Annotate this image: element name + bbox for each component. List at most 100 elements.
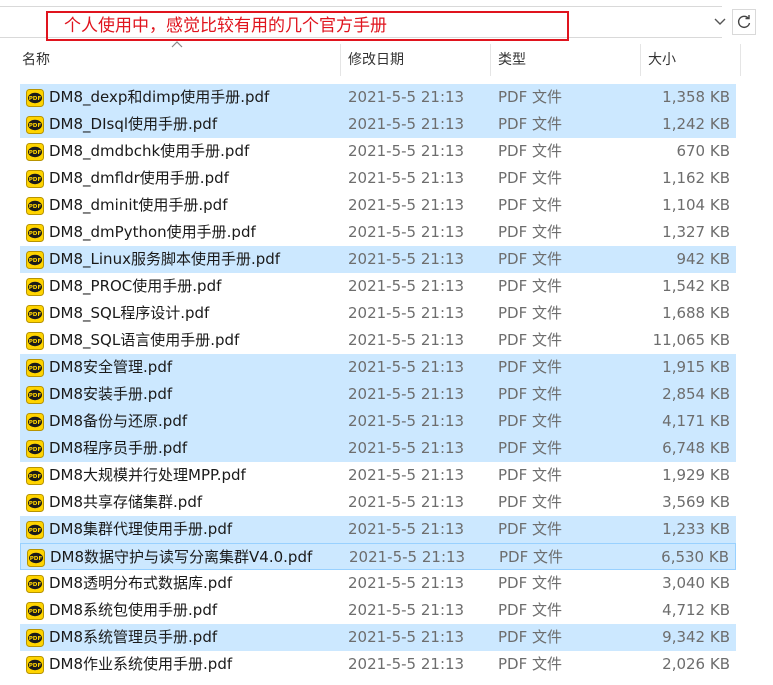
file-row[interactable]: PDF DM8作业系统使用手册.pdf 2021-5-5 21:13 PDF 文件 2,… [20,651,736,678]
file-modified-date: 2021-5-5 21:13 [348,574,465,592]
file-modified-date: 2021-5-5 21:13 [348,88,465,106]
pdf-file-icon: PDF [26,224,44,242]
file-size: 9,342 KB [662,628,730,646]
file-row[interactable]: PDF DM8_SQL语言使用手册.pdf 2021-5-5 21:13 PDF 文件… [20,327,736,354]
file-type: PDF 文件 [498,331,562,349]
file-name: DM8_Linux服务脚本使用手册.pdf [49,250,281,268]
file-modified-date: 2021-5-5 21:13 [348,466,465,484]
file-size: 670 KB [676,142,730,160]
pdf-file-icon: PDF [26,440,44,458]
file-name: DM8_SQL语言使用手册.pdf [49,331,240,349]
file-row[interactable]: PDF DM8集群代理使用手册.pdf 2021-5-5 21:13 PDF 文件 1,… [20,516,736,543]
file-size: 3,569 KB [662,493,730,511]
file-type: PDF 文件 [498,88,562,106]
file-name: DM8_SQL程序设计.pdf [49,304,210,322]
file-row[interactable]: PDF DM8系统包使用手册.pdf 2021-5-5 21:13 PDF 文件 4,7… [20,597,736,624]
svg-text:PDF: PDF [29,312,42,318]
file-modified-date: 2021-5-5 21:13 [348,358,465,376]
annotation-box: 个人使用中，感觉比较有用的几个官方手册 [46,11,569,41]
column-divider[interactable] [740,44,741,76]
svg-text:PDF: PDF [29,150,42,156]
file-modified-date: 2021-5-5 21:13 [348,412,465,430]
file-modified-date: 2021-5-5 21:13 [348,520,465,538]
file-row[interactable]: PDF DM8_dmdbchk使用手册.pdf 2021-5-5 21:13 PDF … [20,138,736,165]
pdf-file-icon: PDF [26,602,44,620]
file-row[interactable]: PDF DM8大规模并行处理MPP.pdf 2021-5-5 21:13 PDF 文件… [20,462,736,489]
pdf-file-icon: PDF [26,89,44,107]
file-row[interactable]: PDF DM8_Linux服务脚本使用手册.pdf 2021-5-5 21:13 PD… [20,246,736,273]
svg-text:PDF: PDF [29,285,42,291]
address-dropdown-button[interactable] [710,12,730,32]
file-modified-date: 2021-5-5 21:13 [348,196,465,214]
column-header-type[interactable]: 类型 [490,44,640,76]
file-row[interactable]: PDF DM8透明分布式数据库.pdf 2021-5-5 21:13 PDF 文件 3,… [20,570,736,597]
file-size: 1,915 KB [662,358,730,376]
file-size: 1,242 KB [662,115,730,133]
column-header-size[interactable]: 大小 [640,44,740,76]
pdf-file-icon: PDF [26,413,44,431]
file-type: PDF 文件 [498,385,562,403]
svg-text:PDF: PDF [29,123,42,129]
file-type: PDF 文件 [498,223,562,241]
pdf-file-icon: PDF [26,494,44,512]
file-row[interactable]: PDF DM8共享存储集群.pdf 2021-5-5 21:13 PDF 文件 3,56… [20,489,736,516]
file-type: PDF 文件 [498,277,562,295]
column-header-date[interactable]: 修改日期 [340,44,490,76]
file-name: DM8共享存储集群.pdf [49,493,203,511]
file-modified-date: 2021-5-5 21:13 [348,304,465,322]
file-row[interactable]: PDF DM8安装手册.pdf 2021-5-5 21:13 PDF 文件 2,854 … [20,381,736,408]
file-name: DM8集群代理使用手册.pdf [49,520,233,538]
column-header-name[interactable]: 名称 [14,44,340,76]
pdf-file-icon: PDF [26,467,44,485]
svg-text:PDF: PDF [29,204,42,210]
file-name: DM8_DIsql使用手册.pdf [49,115,218,133]
file-row[interactable]: PDF DM8安全管理.pdf 2021-5-5 21:13 PDF 文件 1,915 … [20,354,736,381]
file-modified-date: 2021-5-5 21:13 [348,628,465,646]
file-type: PDF 文件 [498,142,562,160]
file-name: DM8_dmPython使用手册.pdf [49,223,256,241]
file-row[interactable]: PDF DM8程序员手册.pdf 2021-5-5 21:13 PDF 文件 6,748… [20,435,736,462]
file-size: 6,748 KB [662,439,730,457]
pdf-file-icon: PDF [26,197,44,215]
pdf-file-icon: PDF [27,549,45,567]
file-row[interactable]: PDF DM8备份与还原.pdf 2021-5-5 21:13 PDF 文件 4,171… [20,408,736,435]
pdf-file-icon: PDF [26,575,44,593]
file-size: 1,104 KB [662,196,730,214]
refresh-button[interactable] [732,9,756,35]
file-name: DM8_dminit使用手册.pdf [49,196,228,214]
file-row[interactable]: PDF DM8_dminit使用手册.pdf 2021-5-5 21:13 PDF 文… [20,192,736,219]
file-row[interactable]: PDF DM8_dmfldr使用手册.pdf 2021-5-5 21:13 PDF 文… [20,165,736,192]
svg-text:PDF: PDF [29,258,42,264]
file-modified-date: 2021-5-5 21:13 [348,655,465,673]
file-row[interactable]: PDF DM8_DIsql使用手册.pdf 2021-5-5 21:13 PDF 文件… [20,111,736,138]
file-type: PDF 文件 [498,115,562,133]
file-name: DM8安装手册.pdf [49,385,173,403]
pdf-file-icon: PDF [26,143,44,161]
file-size: 4,171 KB [662,412,730,430]
file-row[interactable]: PDF DM8_PROC使用手册.pdf 2021-5-5 21:13 PDF 文件 1… [20,273,736,300]
pdf-file-icon: PDF [26,170,44,188]
file-row[interactable]: PDF DM8数据守护与读写分离集群V4.0.pdf 2021-5-5 21:13 P… [20,543,736,570]
svg-text:PDF: PDF [29,474,42,480]
pdf-file-icon: PDF [26,278,44,296]
file-name: DM8安全管理.pdf [49,358,173,376]
pdf-file-icon: PDF [26,251,44,269]
file-size: 1,233 KB [662,520,730,538]
file-size: 6,530 KB [661,548,729,566]
file-name: DM8_dexp和dimp使用手册.pdf [49,88,270,106]
file-modified-date: 2021-5-5 21:13 [348,601,465,619]
file-type: PDF 文件 [498,601,562,619]
svg-text:PDF: PDF [29,393,42,399]
column-header-row: 名称 修改日期 类型 大小 [0,44,773,76]
file-row[interactable]: PDF DM8_dexp和dimp使用手册.pdf 2021-5-5 21:13 PD… [20,84,736,111]
file-name: DM8系统管理员手册.pdf [49,628,218,646]
file-modified-date: 2021-5-5 21:13 [348,331,465,349]
file-size: 1,162 KB [662,169,730,187]
file-size: 1,358 KB [662,88,730,106]
file-type: PDF 文件 [498,304,562,322]
file-row[interactable]: PDF DM8_SQL程序设计.pdf 2021-5-5 21:13 PDF 文件 1,… [20,300,736,327]
file-row[interactable]: PDF DM8_dmPython使用手册.pdf 2021-5-5 21:13 PDF… [20,219,736,246]
file-type: PDF 文件 [498,493,562,511]
file-row[interactable]: PDF DM8系统管理员手册.pdf 2021-5-5 21:13 PDF 文件 9,3… [20,624,736,651]
file-name: DM8_PROC使用手册.pdf [49,277,222,295]
